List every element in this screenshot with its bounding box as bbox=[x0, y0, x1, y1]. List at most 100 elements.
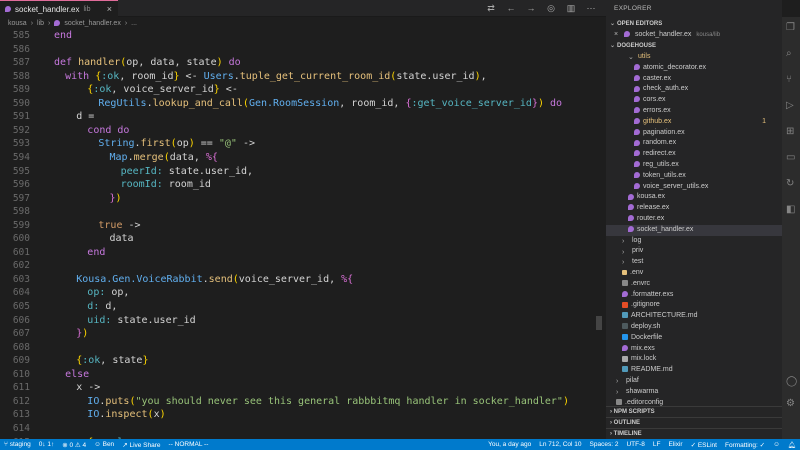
project-section[interactable]: ⌄ DOGEHOUSE bbox=[606, 42, 782, 52]
tree-folder[interactable]: ⌄ utils bbox=[606, 52, 782, 63]
code-line[interactable]: 597}) bbox=[0, 192, 600, 206]
code-line[interactable]: 605 d: d, bbox=[0, 300, 600, 314]
code-line[interactable]: 609 {:ok, state} bbox=[0, 354, 600, 368]
code-line[interactable]: 599 true -> bbox=[0, 219, 600, 233]
tree-file[interactable]: ARCHITECTURE.md bbox=[606, 311, 782, 322]
search-icon[interactable]: ⌕ bbox=[786, 49, 796, 59]
docker-icon[interactable]: ◧ bbox=[786, 205, 796, 215]
open-editors-section[interactable]: ⌄ OPEN EDITORS bbox=[606, 20, 782, 30]
tree-file[interactable]: github.ex 1 bbox=[606, 117, 782, 128]
tree-file[interactable]: README.md bbox=[606, 365, 782, 376]
accounts-icon[interactable]: ◯ bbox=[786, 377, 797, 387]
tree-file[interactable]: deploy.sh bbox=[606, 322, 782, 333]
close-icon[interactable]: × bbox=[614, 31, 618, 38]
breadcrumb-item[interactable]: lib bbox=[37, 20, 44, 27]
tree-file[interactable]: router.ex bbox=[606, 214, 782, 225]
tree-file[interactable]: reg_utils.ex bbox=[606, 160, 782, 171]
tab-socket-handler[interactable]: socket_handler.ex lib × bbox=[0, 0, 118, 17]
code-line[interactable]: 585 end bbox=[0, 29, 600, 43]
code-editor[interactable]: 585 end 586 587 def handler(op, data, state)… bbox=[0, 29, 606, 439]
files-icon[interactable]: ❐ bbox=[786, 23, 796, 33]
feedback-icon[interactable]: ☺ bbox=[769, 441, 784, 449]
split-editor-icon[interactable]: ▥ bbox=[566, 2, 576, 14]
code-line[interactable]: 607}) bbox=[0, 327, 600, 341]
code-line[interactable]: 596 roomId: room_id bbox=[0, 178, 600, 192]
code-line[interactable]: 610 else bbox=[0, 368, 600, 382]
sync-status[interactable]: 0↓ 1↑ bbox=[35, 441, 59, 448]
outline-section[interactable]: › OUTLINE bbox=[606, 417, 782, 428]
git-blame[interactable]: You, a day ago bbox=[484, 441, 535, 449]
tree-file[interactable]: errors.ex bbox=[606, 106, 782, 117]
code-line[interactable]: 600 data bbox=[0, 232, 600, 246]
code-line[interactable]: 613 IO.inspect(x) bbox=[0, 408, 600, 422]
tree-file[interactable]: socket_handler.ex bbox=[606, 224, 782, 236]
encoding[interactable]: UTF-8 bbox=[622, 441, 648, 449]
breadcrumb-item[interactable]: kousa bbox=[8, 20, 27, 27]
code-line[interactable]: 595 peerId: state.user_id, bbox=[0, 165, 600, 179]
code-line[interactable]: 603 Kousa.Gen.VoiceRabbit.send(voice_serv… bbox=[0, 273, 600, 287]
tree-file[interactable]: release.ex bbox=[606, 203, 782, 214]
code-line[interactable]: 608 bbox=[0, 341, 600, 355]
tree-file[interactable]: Dockerfile bbox=[606, 333, 782, 344]
formatting-status[interactable]: Formatting: ✓ bbox=[721, 441, 769, 449]
git-compare-icon[interactable]: ⇄ bbox=[486, 2, 496, 14]
tree-file[interactable]: .env bbox=[606, 268, 782, 279]
problems-indicator[interactable]: ⊗ 0 ⚠ 4 bbox=[58, 441, 90, 449]
code-line[interactable]: 589 {:ok, voice_server_id} <- bbox=[0, 83, 600, 97]
tree-file[interactable]: atomic_decorator.ex bbox=[606, 63, 782, 74]
tree-file[interactable]: random.ex bbox=[606, 138, 782, 149]
code-line[interactable]: 586 bbox=[0, 43, 600, 57]
language-mode[interactable]: Elixir bbox=[664, 441, 686, 449]
gear-icon[interactable]: ⚙ bbox=[786, 399, 796, 409]
user-indicator[interactable]: ☺ Ben bbox=[90, 441, 118, 448]
go-forward-icon[interactable]: → bbox=[526, 2, 536, 14]
tree-folder[interactable]: › shawarma bbox=[606, 387, 782, 398]
tree-file[interactable]: cors.ex bbox=[606, 95, 782, 106]
tree-file[interactable]: voice_server_utils.ex bbox=[606, 182, 782, 193]
code-line[interactable]: 602 bbox=[0, 259, 600, 273]
tree-folder[interactable]: › pilaf bbox=[606, 376, 782, 387]
go-back-icon[interactable]: ← bbox=[506, 2, 516, 14]
tree-file[interactable]: check_auth.ex bbox=[606, 84, 782, 95]
open-editor-item[interactable]: × socket_handler.ex kousa/lib bbox=[606, 30, 782, 41]
code-line[interactable]: 591 d = bbox=[0, 110, 600, 124]
code-line[interactable]: 592 cond do bbox=[0, 124, 600, 138]
tree-file[interactable]: caster.ex bbox=[606, 74, 782, 85]
code-line[interactable]: 587 def handler(op, data, state) do bbox=[0, 56, 600, 70]
tree-file[interactable]: redirect.ex bbox=[606, 149, 782, 160]
tree-file[interactable]: .formatter.exs bbox=[606, 290, 782, 301]
code-line[interactable]: 590 RegUtils.lookup_and_call(Gen.RoomSess… bbox=[0, 97, 600, 111]
tree-file[interactable]: .gitignore bbox=[606, 300, 782, 311]
code-line[interactable]: 601 end bbox=[0, 246, 600, 260]
editor-scrollbar[interactable] bbox=[596, 316, 602, 330]
tree-file[interactable]: pagination.ex bbox=[606, 128, 782, 139]
tree-file[interactable]: mix.exs bbox=[606, 344, 782, 355]
tree-folder[interactable]: › priv bbox=[606, 246, 782, 257]
tree-file[interactable]: .envrc bbox=[606, 279, 782, 290]
indentation[interactable]: Spaces: 2 bbox=[586, 441, 623, 449]
code-line[interactable]: 593 String.first(op) == "@" -> bbox=[0, 137, 600, 151]
open-changes-icon[interactable]: ◎ bbox=[546, 2, 556, 14]
close-icon[interactable]: × bbox=[107, 4, 112, 14]
more-actions-icon[interactable]: ⋯ bbox=[586, 2, 596, 14]
code-line[interactable]: 612 IO.puts("you should never see this ge… bbox=[0, 395, 600, 409]
run-debug-icon[interactable]: ▷ bbox=[786, 101, 796, 111]
tree-file[interactable]: token_utils.ex bbox=[606, 171, 782, 182]
notifications-icon[interactable]: 🔔︎ bbox=[784, 441, 800, 449]
remote-explorer-icon[interactable]: ▭ bbox=[786, 153, 796, 163]
eslint-status[interactable]: ✓ ESLint bbox=[687, 441, 721, 449]
tree-folder[interactable]: › log bbox=[606, 236, 782, 247]
branch-indicator[interactable]: ⑂ staging bbox=[0, 441, 35, 448]
breadcrumb-item[interactable]: socket_handler.ex bbox=[64, 20, 120, 27]
timeline-section[interactable]: › TIMELINE bbox=[606, 428, 782, 439]
live-share-icon[interactable]: ↻ bbox=[786, 179, 796, 189]
npm-scripts-section[interactable]: › NPM SCRIPTS bbox=[606, 406, 782, 417]
code-line[interactable]: 594 Map.merge(data, %{ bbox=[0, 151, 600, 165]
tree-folder[interactable]: › test bbox=[606, 257, 782, 268]
cursor-position[interactable]: Ln 712, Col 10 bbox=[535, 441, 585, 449]
breadcrumb-item[interactable]: ... bbox=[131, 20, 137, 27]
tree-file[interactable]: mix.lock bbox=[606, 354, 782, 365]
code-line[interactable]: 614 bbox=[0, 422, 600, 436]
extensions-icon[interactable]: ⊞ bbox=[786, 127, 796, 137]
source-control-icon[interactable]: ⑂ bbox=[786, 75, 796, 85]
